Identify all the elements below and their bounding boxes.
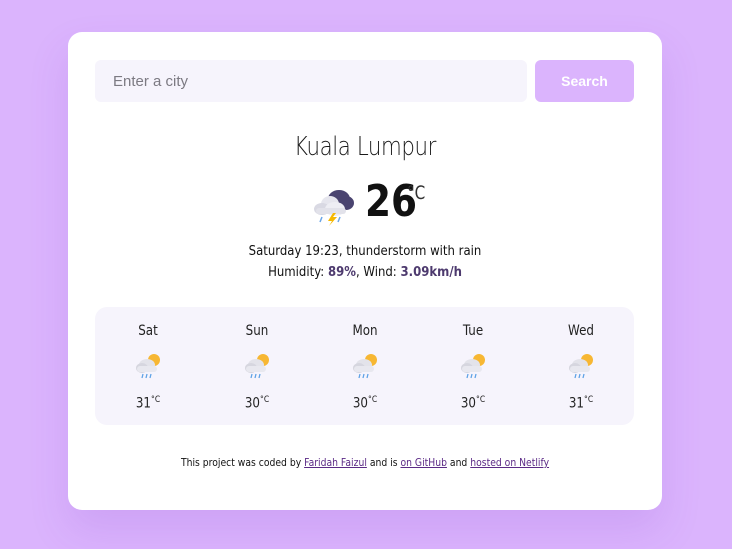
- footer-text: and: [449, 457, 468, 469]
- forecast-day: Mon 30°C: [325, 307, 405, 425]
- author-link[interactable]: Faridah Faizul: [304, 457, 367, 469]
- humidity-label: Humidity:: [268, 265, 325, 280]
- weather-description: Saturday 19:23, thunderstorm with rain H…: [98, 241, 633, 283]
- github-link[interactable]: on GitHub: [400, 457, 446, 469]
- wind-value: 3.09km/h: [400, 265, 462, 280]
- current-datetime: Saturday 19:23: [248, 244, 339, 259]
- date-description-line: Saturday 19:23, thunderstorm with rain: [248, 244, 482, 259]
- partly-cloudy-rain-icon: [136, 354, 160, 379]
- humidity-value: 89%: [327, 265, 356, 280]
- forecast-temp: 30°C: [244, 395, 270, 412]
- temperature-unit: °C: [407, 182, 426, 204]
- forecast-temp: 30°C: [460, 395, 486, 412]
- partly-cloudy-rain-icon: [353, 354, 377, 379]
- forecast-day-name: Wed: [568, 323, 594, 339]
- partly-cloudy-rain-icon: [461, 354, 485, 379]
- city-search-input[interactable]: [95, 60, 527, 102]
- humidity-wind-line: Humidity: 89%, Wind: 3.09km/h: [268, 265, 462, 280]
- forecast-day: Sat 31°C: [108, 307, 188, 425]
- footer-text: This project was coded by: [180, 457, 302, 469]
- forecast-day-name: Tue: [462, 323, 484, 339]
- footer-credits: This project was coded by Faridah Faizul…: [104, 457, 627, 469]
- forecast-day-name: Sat: [138, 323, 158, 339]
- weather-card: Search Kuala Lumpur 26 °C Saturday 19:23…: [68, 32, 662, 510]
- search-button[interactable]: Search: [535, 60, 634, 102]
- netlify-link[interactable]: hosted on Netlify: [470, 457, 549, 469]
- forecast-day: Wed 31°C: [541, 307, 621, 425]
- partly-cloudy-rain-icon: [245, 354, 269, 379]
- thunderstorm-icon: [314, 190, 354, 226]
- partly-cloudy-rain-icon: [569, 354, 593, 379]
- forecast-day-name: Sun: [245, 323, 269, 339]
- forecast-day-name: Mon: [352, 323, 378, 339]
- city-name: Kuala Lumpur: [294, 132, 436, 162]
- forecast-day: Tue 30°C: [433, 307, 513, 425]
- condition-text: thunderstorm with rain: [346, 244, 482, 259]
- forecast-temp: 31°C: [135, 395, 161, 412]
- wind-label: Wind:: [363, 265, 397, 280]
- search-form: Search: [95, 60, 634, 102]
- current-weather: 26 °C: [308, 178, 438, 228]
- forecast-temp: 31°C: [568, 395, 594, 412]
- forecast-panel: Sat 31°C Sun 30°C Mon 30°C Tue 30°C Wed …: [95, 307, 634, 425]
- forecast-day: Sun 30°C: [217, 307, 297, 425]
- footer-text: and is: [369, 457, 398, 469]
- forecast-temp: 30°C: [352, 395, 378, 412]
